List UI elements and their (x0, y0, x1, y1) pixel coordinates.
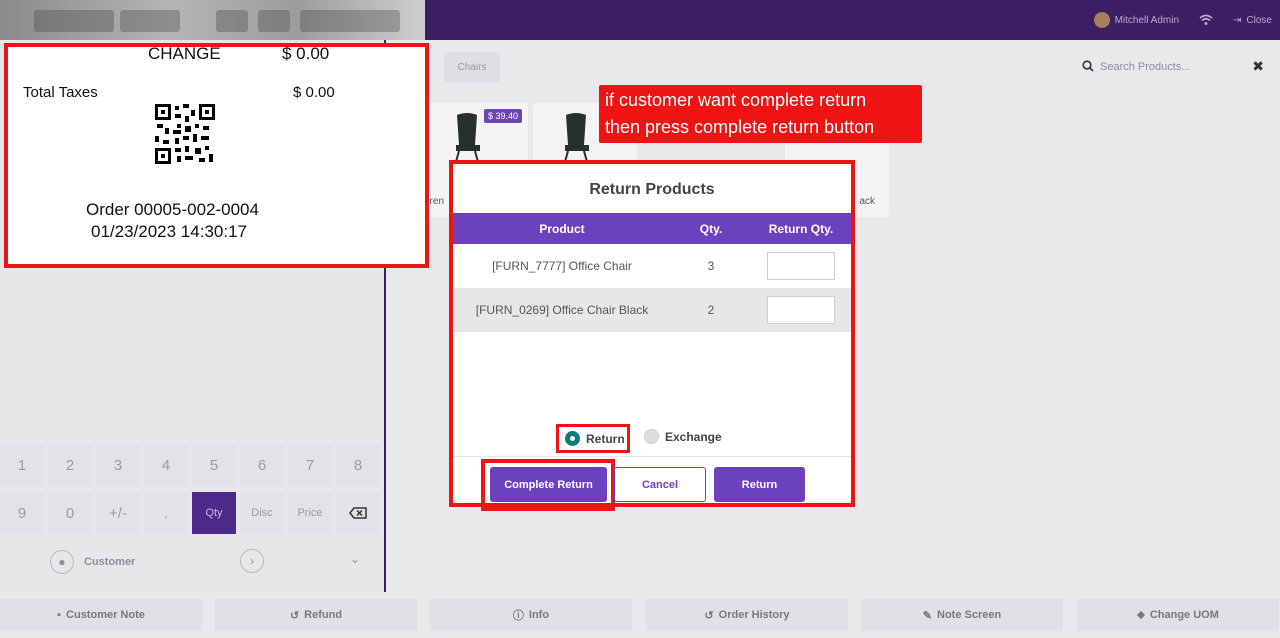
cancel-button[interactable]: Cancel (614, 467, 706, 502)
qr-code-icon (155, 104, 215, 164)
product-name: [FURN_7777] Office Chair (492, 259, 632, 273)
radio-exchange[interactable]: Exchange (644, 429, 722, 444)
numpad-mode-price[interactable]: Price (288, 492, 332, 534)
return-table: Product Qty. Return Qty. [FURN_7777] Off… (453, 213, 851, 332)
blurred-header-region (0, 0, 425, 40)
order-reference: Order 00005-002-0004 (86, 200, 259, 219)
info-button[interactable]: ⓘ Info (430, 599, 632, 631)
return-qty-input[interactable] (767, 252, 835, 280)
close-label: Close (1246, 14, 1272, 26)
refund-button[interactable]: ↺ Refund (215, 599, 417, 631)
modal-footer-divider (453, 456, 851, 457)
annotation-line-1: if customer want complete return (605, 90, 867, 110)
search-input[interactable]: Search Products... (1100, 61, 1191, 73)
order-datetime: 01/23/2023 14:30:17 (91, 222, 247, 241)
user-menu[interactable]: Mitchell Admin (1093, 12, 1180, 28)
column-return-qty: Return Qty. (768, 221, 834, 236)
return-qty-input[interactable] (767, 296, 835, 324)
search-icon (1082, 59, 1094, 75)
sign-out-icon: ⇥ (1233, 14, 1242, 26)
info-icon: ⓘ (512, 610, 524, 622)
history-icon: ↺ (704, 609, 714, 622)
product-qty: 2 (707, 303, 715, 317)
numpad-mode-disc[interactable]: Disc (240, 492, 284, 534)
product-qty: 3 (707, 259, 715, 273)
numpad-key-2[interactable]: 2 (48, 444, 92, 486)
note-icon: ▪ (57, 609, 62, 621)
column-product: Product (539, 221, 585, 236)
numpad-key-decimal[interactable]: . (144, 492, 188, 534)
backspace-icon (349, 507, 367, 519)
radio-exchange-label: Exchange (665, 429, 722, 444)
radio-return[interactable]: Return (556, 424, 630, 453)
return-button[interactable]: Return (714, 467, 805, 502)
radio-return-label: Return (586, 431, 625, 446)
radio-unselected-icon (644, 429, 659, 444)
table-row: [FURN_7777] Office Chair 3 (453, 244, 851, 288)
clear-search-icon[interactable]: ✖ (1252, 58, 1264, 75)
return-type-radio-group: Return Exchange (453, 424, 851, 453)
next-button[interactable]: › (240, 549, 264, 573)
numpad-key-5[interactable]: 5 (192, 444, 236, 486)
customer-button[interactable]: ● Customer (2, 540, 180, 584)
total-taxes-value: $ 0.00 (293, 84, 335, 101)
table-row: [FURN_0269] Office Chair Black 2 (453, 288, 851, 332)
annotation-line-2: then press complete return button (605, 117, 875, 137)
numpad-key-7[interactable]: 7 (288, 444, 332, 486)
numpad-key-9[interactable]: 9 (0, 492, 44, 534)
edit-icon: ✎ (922, 609, 932, 622)
table-header: Product Qty. Return Qty. (453, 213, 851, 244)
complete-return-button[interactable]: Complete Return (490, 467, 607, 502)
column-qty: Qty. (699, 221, 723, 236)
note-screen-button[interactable]: ✎ Note Screen (861, 599, 1063, 631)
avatar (1093, 12, 1110, 28)
numpad-mode-qty[interactable]: Qty (192, 492, 236, 534)
change-value: $ 0.00 (282, 44, 330, 63)
change-uom-button[interactable]: ⬥ Change UOM (1077, 599, 1279, 631)
user-icon: ● (50, 550, 74, 574)
customer-label: Customer (84, 556, 136, 568)
numpad-key-1[interactable]: 1 (0, 444, 44, 486)
close-session-button[interactable]: ⇥ Close (1233, 15, 1272, 26)
return-products-modal: Return Products Product Qty. Return Qty.… (449, 160, 855, 511)
modal-title: Return Products (589, 181, 715, 198)
receipt-preview: CHANGE $ 0.00 Total Taxes $ 0.00 Order 0… (4, 43, 429, 268)
order-history-button[interactable]: ↺ Order History (646, 599, 848, 631)
numpad-key-0[interactable]: 0 (48, 492, 92, 534)
backspace-key[interactable] (336, 492, 380, 534)
numpad-key-3[interactable]: 3 (96, 444, 140, 486)
numpad-key-8[interactable]: 8 (336, 444, 380, 486)
undo-icon: ↺ (289, 609, 300, 622)
numpad-key-plus-minus[interactable]: +/- (96, 492, 140, 534)
customer-note-button[interactable]: ▪ Customer Note (0, 599, 202, 631)
annotation-callout: if customer want complete return then pr… (599, 85, 922, 143)
numpad-key-4[interactable]: 4 (144, 444, 188, 486)
tag-icon: ⬥ (1137, 608, 1145, 621)
total-taxes-label: Total Taxes (23, 84, 98, 101)
chevron-down-icon[interactable]: ⌄ (350, 552, 360, 566)
wifi-icon (1199, 14, 1213, 26)
top-bar: Mitchell Admin ⇥ Close (0, 0, 1280, 40)
product-name: [FURN_0269] Office Chair Black (475, 303, 649, 317)
radio-selected-icon (565, 431, 580, 446)
user-name: Mitchell Admin (1114, 14, 1180, 26)
user-area: Mitchell Admin ⇥ Close (1093, 0, 1280, 40)
numpad-key-6[interactable]: 6 (240, 444, 284, 486)
search-products[interactable]: Search Products... ✖ (1072, 52, 1272, 82)
category-chairs[interactable]: Chairs (444, 52, 500, 82)
change-label: CHANGE (148, 44, 221, 63)
